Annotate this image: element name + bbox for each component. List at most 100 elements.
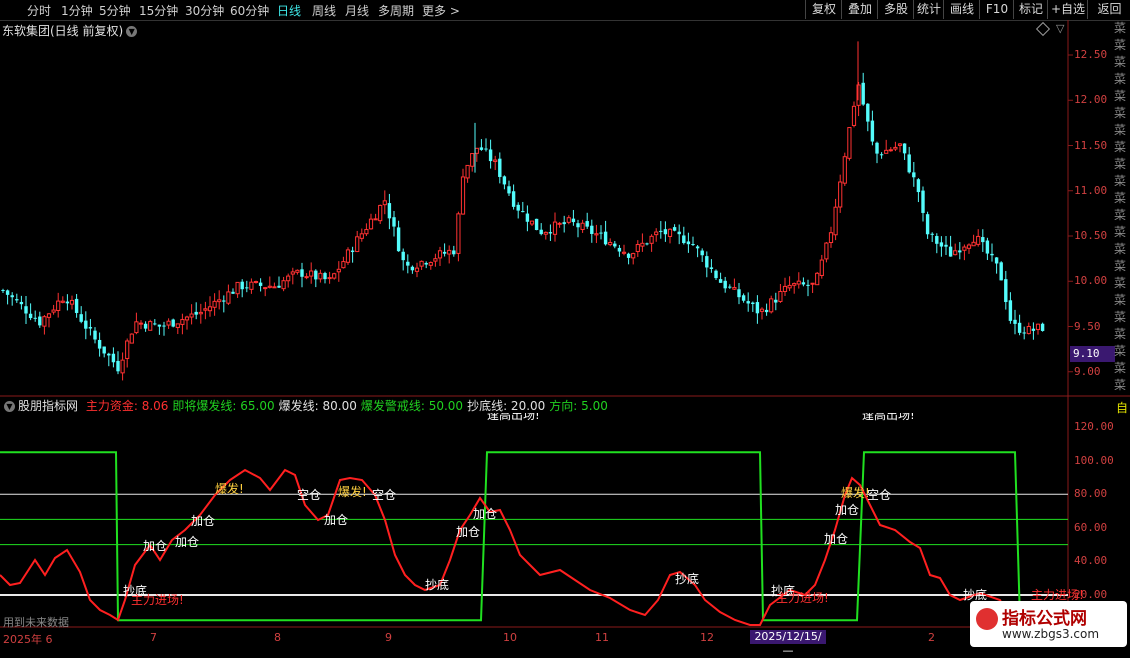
candle-body-up	[148, 321, 153, 331]
candle-body-down	[912, 172, 916, 178]
signal-label-cut: 逢高出场!	[487, 413, 540, 421]
candle-body-down	[222, 300, 226, 302]
indicator-axis-label: 40.00	[1074, 554, 1108, 568]
signal-label: 加仓	[324, 513, 349, 527]
time-axis-label: 10	[503, 631, 517, 644]
candle-body-down	[1017, 322, 1022, 333]
candle-body-down	[1031, 328, 1036, 331]
signal-label: 空仓	[372, 488, 397, 502]
price-axis-label: 11.00	[1074, 183, 1108, 197]
candle-body-up	[649, 235, 654, 244]
candle-body-down	[1022, 332, 1026, 334]
time-axis-label: 2025年 6	[3, 633, 53, 646]
candle-body-up	[267, 285, 272, 288]
candle-body-down	[24, 306, 28, 314]
candle-body-up	[815, 272, 820, 286]
candle-body-up	[235, 281, 240, 295]
time-axis-label: 12	[700, 631, 714, 644]
candle-body-up	[447, 249, 452, 255]
candle-body-up	[667, 228, 673, 237]
candle-body-down	[442, 251, 447, 254]
candle-body-up	[318, 272, 323, 280]
candle-body-down	[231, 291, 235, 294]
signal-label: 爆发!	[215, 482, 244, 496]
candle-body-down	[111, 353, 116, 363]
signal-label: 主力进场!	[776, 591, 829, 605]
candle-body-down	[617, 247, 622, 252]
signal-label: 空仓	[297, 488, 322, 502]
candle-body-down	[171, 319, 175, 327]
candle-body-down	[663, 229, 668, 235]
candle-body-down	[33, 317, 37, 319]
candle-body-up	[819, 259, 824, 276]
candle-body-down	[5, 290, 10, 295]
candle-body-down	[521, 211, 525, 213]
candle-body-up	[175, 323, 180, 328]
indicator-value-0: 主力资金: 8.06	[85, 399, 169, 413]
candle-body-down	[240, 281, 244, 290]
candle-body-up	[580, 222, 585, 231]
candle-body-down	[1013, 319, 1017, 324]
signal-label: 爆发!	[338, 485, 367, 499]
candle-body-down	[488, 149, 493, 162]
candle-body-down	[38, 316, 42, 326]
candle-body-up	[465, 164, 470, 179]
indicator-axis-label: 60.00	[1074, 520, 1108, 534]
candle-body-down	[741, 295, 746, 301]
signal-label: 抄底	[675, 572, 700, 586]
candle-body-up	[824, 242, 829, 260]
candle-body-down	[19, 301, 24, 305]
candle-body-down	[157, 324, 162, 327]
candle-body-up	[364, 229, 369, 235]
candle-body-down	[88, 327, 93, 329]
candle-body-down	[484, 148, 488, 150]
candle-body-down	[709, 267, 714, 269]
kline-chart[interactable]	[0, 0, 1130, 650]
candle-body-down	[107, 353, 111, 356]
candle-body-down	[861, 82, 865, 105]
candle-body-down	[746, 301, 750, 304]
candle-body-down	[396, 227, 401, 252]
candle-body-up	[966, 244, 972, 249]
candle-body-up	[180, 319, 185, 325]
candle-body-up	[198, 311, 203, 315]
candle-body-down	[10, 295, 14, 298]
candle-body-up	[792, 283, 797, 286]
candle-body-up	[378, 204, 383, 222]
watermark-title: 指标公式网	[1002, 609, 1087, 629]
time-axis-label: 8	[274, 631, 281, 644]
indicator-axis-label: 80.00	[1074, 487, 1108, 501]
candle-body-up	[594, 233, 599, 236]
cursor-date-tag: 2025/12/15/—	[750, 630, 826, 657]
candle-body-down	[590, 225, 594, 234]
signal-label: 空仓	[867, 488, 892, 502]
candle-body-up	[56, 300, 61, 311]
watermark-logo-icon	[976, 608, 998, 630]
candle-body-down	[751, 302, 755, 305]
candle-body-down	[691, 244, 695, 246]
candle-body-up	[263, 287, 268, 290]
candle-body-up	[138, 322, 144, 325]
candle-body-down	[401, 251, 405, 261]
candle-body-down	[659, 230, 663, 232]
candle-body-down	[682, 235, 686, 244]
indicator-value-4: 抄底线: 20.00	[467, 399, 546, 413]
indicator-value-1: 即将爆发线: 65.00	[172, 399, 275, 413]
candle-body-up	[336, 268, 341, 273]
candle-body-down	[985, 240, 990, 254]
candle-body-up	[203, 308, 208, 311]
candle-body-up	[134, 321, 139, 334]
candle-body-down	[944, 244, 948, 247]
signal-label: 加仓	[456, 525, 481, 539]
indicator-value-5: 方向: 5.00	[549, 399, 608, 413]
candle-body-down	[539, 229, 543, 235]
candle-body-up	[359, 233, 364, 239]
candle-body-down	[79, 314, 83, 322]
price-axis-label: 10.50	[1074, 229, 1108, 242]
candle-body-down	[801, 282, 806, 285]
candle-body-up	[51, 309, 56, 313]
signal-label-cut: 逢高出场!	[862, 413, 915, 421]
chevron-down-icon[interactable]: ▼	[4, 401, 15, 412]
candle-body-down	[994, 257, 999, 264]
candle-body-down	[74, 298, 79, 313]
